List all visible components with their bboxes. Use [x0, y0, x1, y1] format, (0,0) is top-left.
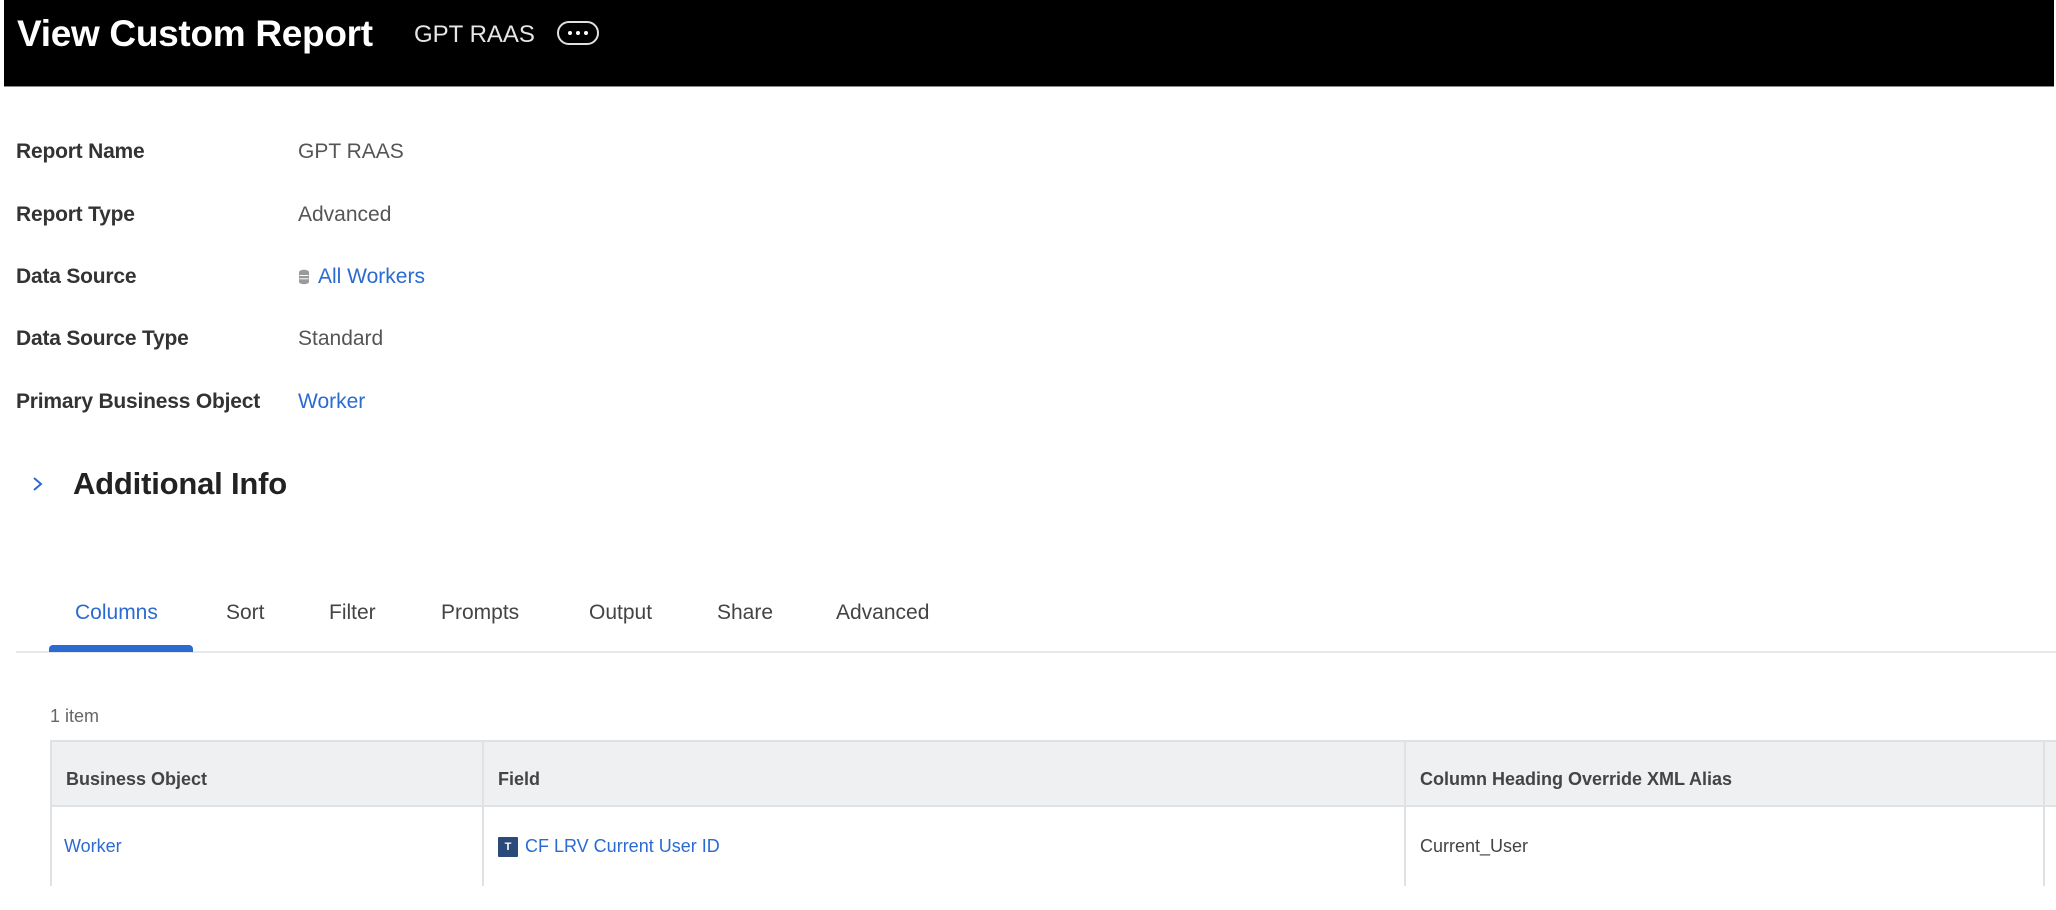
chevron-right-icon [30, 473, 46, 495]
tab-prompts[interactable]: Prompts [441, 598, 519, 628]
table-row: Worker T CF LRV Current User ID Current_… [52, 807, 2056, 886]
columns-table: Business Object Field Column Heading Ove… [50, 740, 2056, 886]
page-header: View Custom Report GPT RAAS [4, 0, 2054, 87]
tab-advanced[interactable]: Advanced [836, 598, 929, 628]
ellipsis-icon-dot [576, 31, 580, 35]
ellipsis-icon [568, 31, 572, 35]
related-actions-button[interactable] [557, 21, 599, 45]
field-data-source-type: Data Source Type Standard [16, 324, 383, 354]
primary-business-object-link[interactable]: Worker [298, 390, 365, 414]
field-value: GPT RAAS [298, 140, 404, 164]
column-header-extra [2045, 742, 2056, 805]
field-label: Data Source [16, 265, 298, 289]
xml-alias-cell: Current_User [1406, 807, 2045, 886]
business-object-link[interactable]: Worker [64, 836, 122, 857]
text-type-icon: T [498, 837, 518, 857]
report-subtitle: GPT RAAS [414, 20, 535, 50]
field-label: Report Name [16, 140, 298, 164]
field-report-type: Report Type Advanced [16, 200, 391, 230]
tab-bar: Columns Sort Filter Prompts Output Share… [16, 590, 2056, 653]
tab-sort[interactable]: Sort [226, 598, 265, 628]
tab-columns[interactable]: Columns [75, 598, 158, 628]
section-title: Additional Info [73, 466, 287, 502]
tab-filter[interactable]: Filter [329, 598, 376, 628]
field-primary-business-object: Primary Business Object Worker [16, 387, 365, 417]
column-header-field[interactable]: Field [484, 742, 1406, 805]
tab-output[interactable]: Output [589, 598, 652, 628]
ellipsis-icon-dot [584, 31, 588, 35]
business-object-cell: Worker [52, 807, 484, 886]
tab-share[interactable]: Share [717, 598, 773, 628]
column-header-business-object[interactable]: Business Object [52, 742, 484, 805]
database-icon [298, 269, 310, 285]
table-header: Business Object Field Column Heading Ove… [52, 742, 2056, 807]
extra-cell [2045, 807, 2056, 886]
field-data-source: Data Source All Workers [16, 262, 425, 292]
item-count: 1 item [50, 706, 99, 727]
data-source-link[interactable]: All Workers [298, 265, 425, 289]
page-title: View Custom Report [17, 12, 373, 56]
field-label: Data Source Type [16, 327, 298, 351]
field-value: Advanced [298, 203, 391, 227]
field-label: Report Type [16, 203, 298, 227]
field-cell: T CF LRV Current User ID [484, 807, 1406, 886]
data-source-link-label: All Workers [318, 265, 425, 289]
additional-info-toggle[interactable]: Additional Info [30, 466, 287, 502]
field-value: Standard [298, 327, 383, 351]
active-tab-indicator [49, 645, 193, 652]
field-label: Primary Business Object [16, 390, 298, 414]
column-header-xml-alias[interactable]: Column Heading Override XML Alias [1406, 742, 2045, 805]
field-link[interactable]: CF LRV Current User ID [525, 836, 720, 857]
field-report-name: Report Name GPT RAAS [16, 137, 404, 167]
